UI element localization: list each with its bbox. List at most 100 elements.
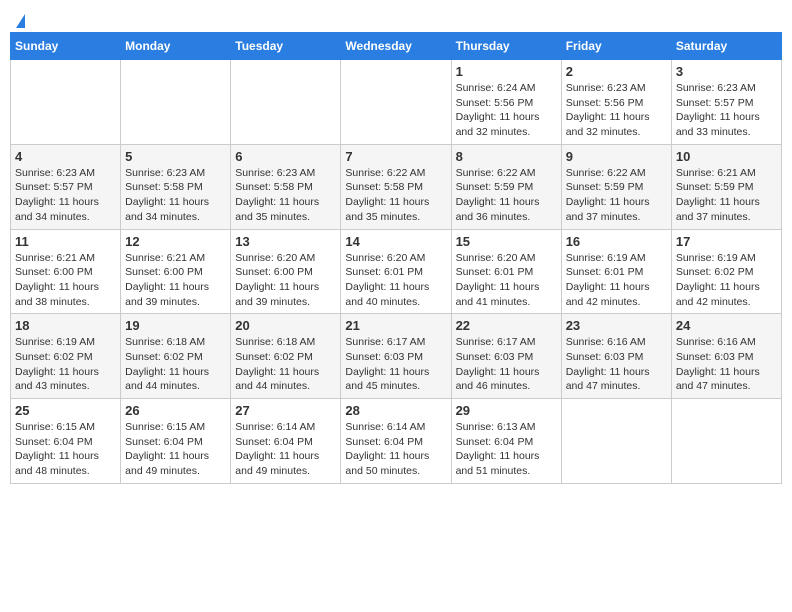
calendar-cell: 6 Sunrise: 6:23 AM Sunset: 5:58 PM Daylig… <box>231 144 341 229</box>
calendar-cell: 8Sunrise: 6:22 AM Sunset: 5:59 PM Daylig… <box>451 144 561 229</box>
day-info: Sunrise: 6:23 AM Sunset: 5:58 PM Dayligh… <box>125 166 226 225</box>
day-number: 18 <box>15 318 116 333</box>
calendar-cell <box>231 60 341 145</box>
day-info: Sunrise: 6:19 AM Sunset: 6:02 PM Dayligh… <box>676 251 777 310</box>
calendar-cell: 3 Sunrise: 6:23 AM Sunset: 5:57 PM Daylig… <box>671 60 781 145</box>
day-info: Sunrise: 6:19 AM Sunset: 6:01 PM Dayligh… <box>566 251 667 310</box>
header <box>10 10 782 26</box>
day-info: Sunrise: 6:23 AM Sunset: 5:57 PM Dayligh… <box>15 166 116 225</box>
day-number: 29 <box>456 403 557 418</box>
day-number: 2 <box>566 64 667 79</box>
calendar-cell: 13 Sunrise: 6:20 AM Sunset: 6:00 PM Dayli… <box>231 229 341 314</box>
day-number: 3 <box>676 64 777 79</box>
calendar-week-row: 18 Sunrise: 6:19 AM Sunset: 6:02 PM Dayli… <box>11 314 782 399</box>
day-info: Sunrise: 6:23 AM Sunset: 5:56 PM Dayligh… <box>566 81 667 140</box>
day-info: Sunrise: 6:15 AM Sunset: 6:04 PM Dayligh… <box>125 420 226 479</box>
calendar-cell <box>11 60 121 145</box>
day-info: Sunrise: 6:20 AM Sunset: 6:01 PM Dayligh… <box>456 251 557 310</box>
calendar-cell: 9 Sunrise: 6:22 AM Sunset: 5:59 PM Daylig… <box>561 144 671 229</box>
day-of-week-header: Friday <box>561 33 671 60</box>
calendar-cell: 2 Sunrise: 6:23 AM Sunset: 5:56 PM Daylig… <box>561 60 671 145</box>
day-number: 9 <box>566 149 667 164</box>
day-number: 4 <box>15 149 116 164</box>
calendar-cell <box>671 399 781 484</box>
calendar-cell: 20 Sunrise: 6:18 AM Sunset: 6:02 PM Dayli… <box>231 314 341 399</box>
day-number: 14 <box>345 234 446 249</box>
day-number: 20 <box>235 318 336 333</box>
day-number: 16 <box>566 234 667 249</box>
day-number: 23 <box>566 318 667 333</box>
calendar-cell: 23 Sunrise: 6:16 AM Sunset: 6:03 PM Dayli… <box>561 314 671 399</box>
calendar-cell: 12Sunrise: 6:21 AM Sunset: 6:00 PM Dayli… <box>121 229 231 314</box>
day-number: 21 <box>345 318 446 333</box>
day-number: 1 <box>456 64 557 79</box>
day-number: 6 <box>235 149 336 164</box>
calendar-header-row: SundayMondayTuesdayWednesdayThursdayFrid… <box>11 33 782 60</box>
calendar-week-row: 11 Sunrise: 6:21 AM Sunset: 6:00 PM Dayli… <box>11 229 782 314</box>
day-info: Sunrise: 6:22 AM Sunset: 5:58 PM Dayligh… <box>345 166 446 225</box>
calendar-cell: 4 Sunrise: 6:23 AM Sunset: 5:57 PM Daylig… <box>11 144 121 229</box>
logo <box>14 14 25 26</box>
day-of-week-header: Monday <box>121 33 231 60</box>
day-number: 25 <box>15 403 116 418</box>
day-info: Sunrise: 6:16 AM Sunset: 6:03 PM Dayligh… <box>566 335 667 394</box>
calendar-cell: 22Sunrise: 6:17 AM Sunset: 6:03 PM Dayli… <box>451 314 561 399</box>
day-info: Sunrise: 6:23 AM Sunset: 5:57 PM Dayligh… <box>676 81 777 140</box>
day-number: 12 <box>125 234 226 249</box>
calendar-week-row: 1 Sunrise: 6:24 AM Sunset: 5:56 PM Daylig… <box>11 60 782 145</box>
day-number: 22 <box>456 318 557 333</box>
day-number: 17 <box>676 234 777 249</box>
calendar-cell: 28 Sunrise: 6:14 AM Sunset: 6:04 PM Dayli… <box>341 399 451 484</box>
calendar-cell: 19 Sunrise: 6:18 AM Sunset: 6:02 PM Dayli… <box>121 314 231 399</box>
calendar-cell: 16 Sunrise: 6:19 AM Sunset: 6:01 PM Dayli… <box>561 229 671 314</box>
day-info: Sunrise: 6:20 AM Sunset: 6:00 PM Dayligh… <box>235 251 336 310</box>
calendar-cell: 15 Sunrise: 6:20 AM Sunset: 6:01 PM Dayli… <box>451 229 561 314</box>
day-info: Sunrise: 6:19 AM Sunset: 6:02 PM Dayligh… <box>15 335 116 394</box>
logo-triangle-icon <box>16 14 25 28</box>
calendar-cell: 18 Sunrise: 6:19 AM Sunset: 6:02 PM Dayli… <box>11 314 121 399</box>
day-number: 13 <box>235 234 336 249</box>
calendar-cell: 7 Sunrise: 6:22 AM Sunset: 5:58 PM Daylig… <box>341 144 451 229</box>
day-info: Sunrise: 6:13 AM Sunset: 6:04 PM Dayligh… <box>456 420 557 479</box>
day-info: Sunrise: 6:15 AM Sunset: 6:04 PM Dayligh… <box>15 420 116 479</box>
day-info: Sunrise: 6:21 AM Sunset: 6:00 PM Dayligh… <box>15 251 116 310</box>
day-info: Sunrise: 6:18 AM Sunset: 6:02 PM Dayligh… <box>235 335 336 394</box>
calendar-cell: 29 Sunrise: 6:13 AM Sunset: 6:04 PM Dayli… <box>451 399 561 484</box>
day-info: Sunrise: 6:24 AM Sunset: 5:56 PM Dayligh… <box>456 81 557 140</box>
day-number: 7 <box>345 149 446 164</box>
calendar-cell: 25 Sunrise: 6:15 AM Sunset: 6:04 PM Dayli… <box>11 399 121 484</box>
day-number: 11 <box>15 234 116 249</box>
day-number: 19 <box>125 318 226 333</box>
calendar-cell: 5 Sunrise: 6:23 AM Sunset: 5:58 PM Daylig… <box>121 144 231 229</box>
calendar-cell: 1 Sunrise: 6:24 AM Sunset: 5:56 PM Daylig… <box>451 60 561 145</box>
calendar-cell: 21 Sunrise: 6:17 AM Sunset: 6:03 PM Dayli… <box>341 314 451 399</box>
calendar-cell <box>561 399 671 484</box>
calendar-week-row: 25 Sunrise: 6:15 AM Sunset: 6:04 PM Dayli… <box>11 399 782 484</box>
day-number: 27 <box>235 403 336 418</box>
day-number: 28 <box>345 403 446 418</box>
day-info: Sunrise: 6:14 AM Sunset: 6:04 PM Dayligh… <box>345 420 446 479</box>
calendar-table: SundayMondayTuesdayWednesdayThursdayFrid… <box>10 32 782 484</box>
day-number: 26 <box>125 403 226 418</box>
calendar-week-row: 4 Sunrise: 6:23 AM Sunset: 5:57 PM Daylig… <box>11 144 782 229</box>
calendar-cell: 27 Sunrise: 6:14 AM Sunset: 6:04 PM Dayli… <box>231 399 341 484</box>
day-info: Sunrise: 6:16 AM Sunset: 6:03 PM Dayligh… <box>676 335 777 394</box>
day-number: 15 <box>456 234 557 249</box>
day-info: Sunrise: 6:22 AM Sunset: 5:59 PM Dayligh… <box>456 166 557 225</box>
day-info: Sunrise: 6:20 AM Sunset: 6:01 PM Dayligh… <box>345 251 446 310</box>
day-info: Sunrise: 6:17 AM Sunset: 6:03 PM Dayligh… <box>345 335 446 394</box>
day-info: Sunrise: 6:18 AM Sunset: 6:02 PM Dayligh… <box>125 335 226 394</box>
day-of-week-header: Wednesday <box>341 33 451 60</box>
day-info: Sunrise: 6:23 AM Sunset: 5:58 PM Dayligh… <box>235 166 336 225</box>
calendar-cell <box>341 60 451 145</box>
calendar-cell: 17 Sunrise: 6:19 AM Sunset: 6:02 PM Dayli… <box>671 229 781 314</box>
day-info: Sunrise: 6:21 AM Sunset: 5:59 PM Dayligh… <box>676 166 777 225</box>
day-number: 5 <box>125 149 226 164</box>
calendar-cell: 11 Sunrise: 6:21 AM Sunset: 6:00 PM Dayli… <box>11 229 121 314</box>
day-number: 10 <box>676 149 777 164</box>
day-number: 24 <box>676 318 777 333</box>
day-info: Sunrise: 6:22 AM Sunset: 5:59 PM Dayligh… <box>566 166 667 225</box>
calendar-cell: 26 Sunrise: 6:15 AM Sunset: 6:04 PM Dayli… <box>121 399 231 484</box>
calendar-cell: 14 Sunrise: 6:20 AM Sunset: 6:01 PM Dayli… <box>341 229 451 314</box>
day-info: Sunrise: 6:14 AM Sunset: 6:04 PM Dayligh… <box>235 420 336 479</box>
